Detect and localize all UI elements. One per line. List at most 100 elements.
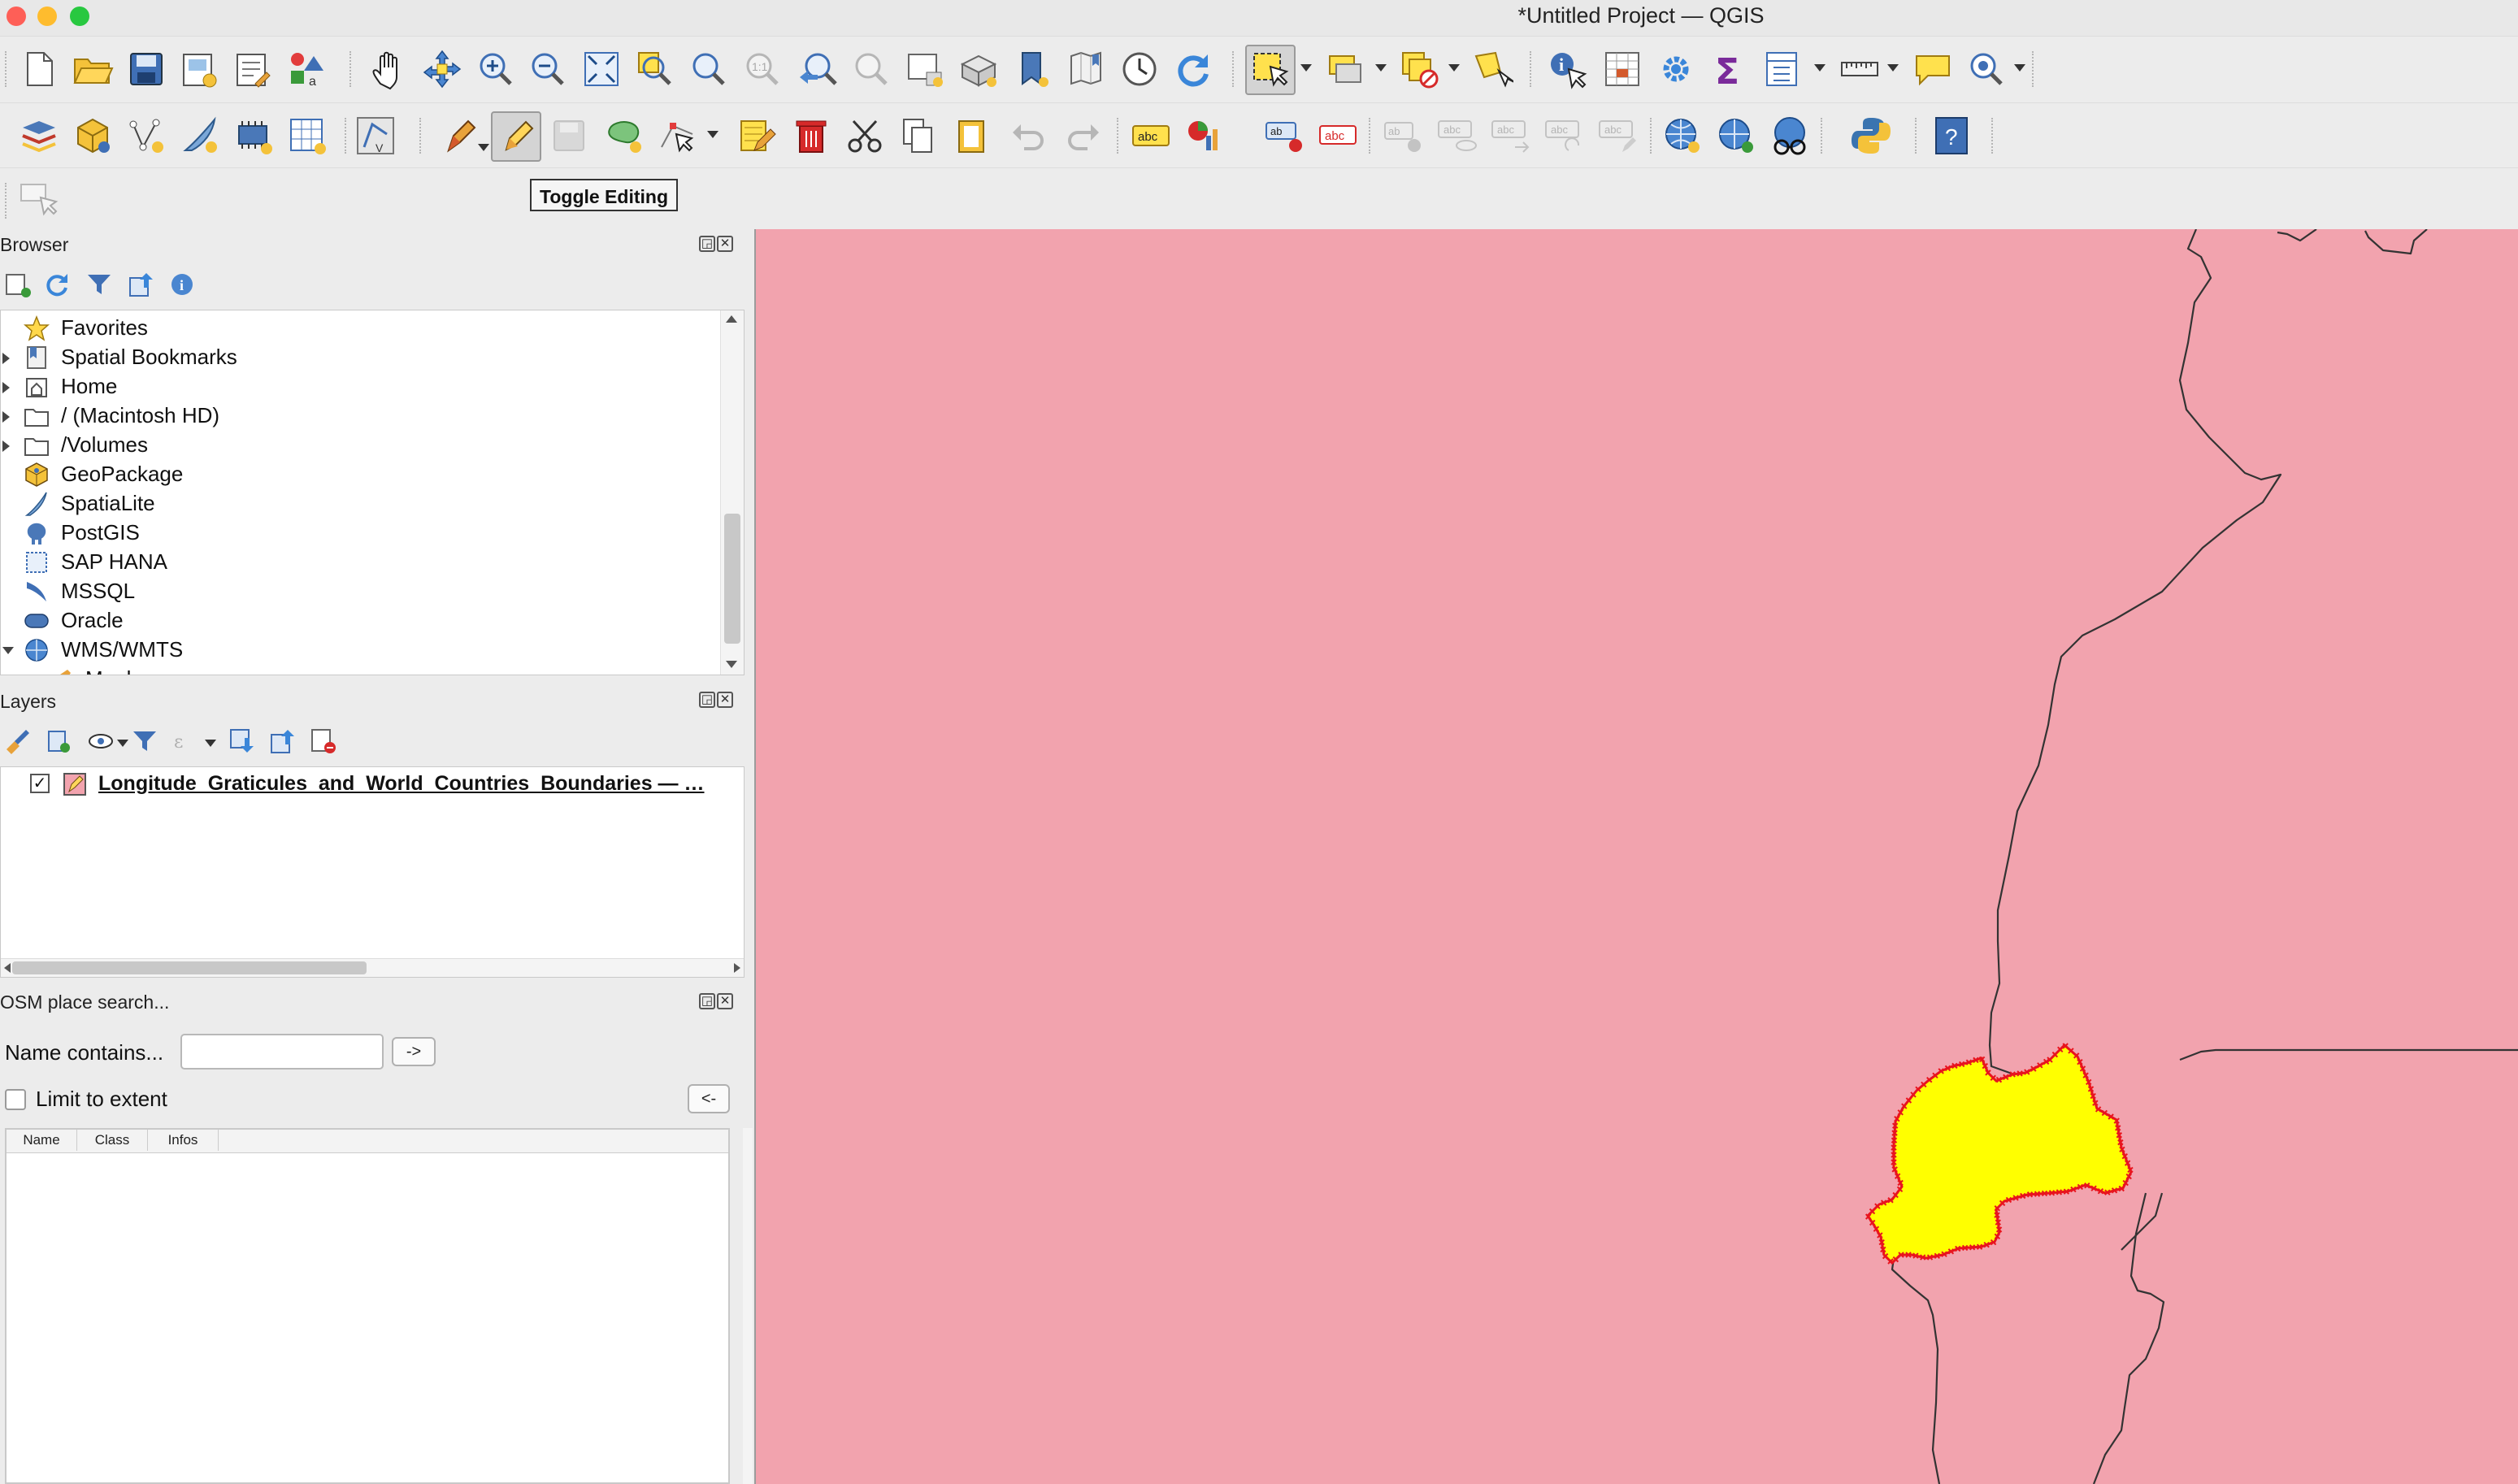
tree-item-home[interactable]: Home (1, 372, 716, 401)
zoom-last-icon[interactable] (797, 48, 839, 90)
search-go-button[interactable]: -> (392, 1037, 436, 1066)
scroll-right-arrow-icon[interactable] (734, 963, 740, 973)
expand-arrow-icon[interactable] (2, 353, 10, 364)
tree-item-spatialite[interactable]: SpatiaLite (1, 489, 716, 519)
new-shapefile-layer-icon[interactable] (125, 115, 167, 157)
rotate-label-icon[interactable]: abc (1544, 115, 1587, 157)
save-project-icon[interactable] (125, 48, 167, 90)
zoom-out-icon[interactable] (527, 48, 569, 90)
expand-arrow-icon[interactable] (2, 411, 10, 423)
refresh-browser-icon[interactable] (42, 270, 72, 299)
filter-legend-icon[interactable] (130, 727, 159, 756)
tree-item-mapbox[interactable]: Mapbox (25, 665, 740, 675)
statistics-summary-icon[interactable]: Σ (1708, 48, 1751, 90)
pan-to-selection-icon[interactable] (421, 48, 463, 90)
map-canvas[interactable] (754, 229, 2518, 1484)
tree-item-oracle[interactable]: Oracle (1, 606, 716, 636)
panel-splitter[interactable] (743, 1128, 753, 1484)
zoom-full-icon[interactable] (580, 48, 623, 90)
new-virtual-layer-icon[interactable] (286, 115, 328, 157)
change-label-properties-icon[interactable]: abc (1598, 115, 1640, 157)
cut-features-icon[interactable] (844, 115, 886, 157)
zoom-to-selection-icon[interactable] (634, 48, 676, 90)
remove-layer-icon[interactable] (309, 727, 338, 756)
open-project-icon[interactable] (72, 48, 114, 90)
float-panel-icon[interactable]: ◲ (699, 993, 715, 1009)
select-by-value-icon[interactable] (1325, 48, 1367, 90)
new-project-icon[interactable] (18, 48, 60, 90)
new-temporary-layer-icon[interactable] (232, 115, 275, 157)
manage-map-themes-icon[interactable] (86, 727, 115, 756)
processing-toolbox-icon[interactable] (1655, 48, 1697, 90)
toggle-editing-icon[interactable] (491, 111, 541, 162)
add-wms-layer-icon[interactable] (1661, 115, 1704, 157)
tree-item-macintosh-hd[interactable]: / (Macintosh HD) (1, 401, 716, 431)
scroll-thumb[interactable] (724, 514, 740, 644)
column-header-infos[interactable]: Infos (148, 1130, 219, 1151)
close-panel-icon[interactable]: ✕ (717, 692, 733, 708)
highlight-pinned-labels-icon[interactable]: abc (1317, 115, 1359, 157)
paste-features-icon[interactable] (951, 115, 993, 157)
back-button[interactable]: <- (688, 1084, 730, 1113)
new-print-layout-icon[interactable] (177, 48, 219, 90)
zoom-in-icon[interactable] (475, 48, 517, 90)
tree-item-sap-hana[interactable]: SAP HANA (1, 548, 716, 577)
save-layer-edits-icon[interactable] (548, 115, 590, 157)
tree-item-postgis[interactable]: PostGIS (1, 519, 716, 548)
move-label-diagram-icon[interactable]: abc (1491, 115, 1533, 157)
digitize-with-segment-icon[interactable]: V (354, 115, 397, 157)
column-header-class[interactable]: Class (77, 1130, 148, 1151)
refresh-icon[interactable] (1172, 48, 1214, 90)
name-contains-input[interactable] (180, 1034, 384, 1070)
layer-visibility-checkbox[interactable]: ✓ (30, 774, 50, 793)
tree-item-wms-wmts[interactable]: WMS/WMTS (1, 636, 716, 665)
layer-row[interactable]: ✓ Longitude_Graticules_and_World_Countri… (1, 767, 744, 800)
tree-item-volumes[interactable]: /Volumes (1, 431, 716, 460)
zoom-next-icon[interactable] (850, 48, 892, 90)
scroll-left-arrow-icon[interactable] (4, 963, 11, 973)
float-panel-icon[interactable]: ◲ (699, 692, 715, 708)
properties-info-icon[interactable]: i (167, 270, 197, 299)
filter-by-expression-icon[interactable]: ε (171, 727, 200, 756)
modify-attributes-icon[interactable] (736, 115, 779, 157)
layers-horizontal-scrollbar[interactable] (1, 958, 744, 977)
move-label-icon[interactable]: ab (1383, 115, 1426, 157)
data-source-manager-icon[interactable] (18, 115, 60, 157)
measure-line-icon[interactable] (1839, 48, 1881, 90)
help-icon[interactable]: ? (1931, 115, 1973, 157)
copy-features-icon[interactable] (897, 115, 940, 157)
map-tips-icon[interactable] (1912, 48, 1954, 90)
zoom-to-layer-icon[interactable] (688, 48, 730, 90)
column-header-name[interactable]: Name (7, 1130, 77, 1151)
select-features-icon[interactable] (1245, 45, 1296, 95)
tree-item-mssql[interactable]: MSSQL (1, 577, 716, 606)
locator-search-icon[interactable] (1965, 48, 2008, 90)
open-field-calculator-icon[interactable] (1762, 48, 1804, 90)
expand-arrow-icon[interactable] (2, 382, 10, 393)
add-wcs-layer-icon[interactable] (1715, 115, 1757, 157)
expand-arrow-icon[interactable] (2, 440, 10, 452)
current-edits-icon[interactable] (439, 115, 481, 157)
layout-manager-icon[interactable] (231, 48, 273, 90)
close-panel-icon[interactable]: ✕ (717, 236, 733, 252)
collapse-all-layers-icon[interactable] (268, 727, 297, 756)
new-map-view-icon[interactable] (904, 48, 946, 90)
add-polygon-feature-icon[interactable] (603, 115, 645, 157)
temporal-controller-icon[interactable] (1118, 48, 1161, 90)
open-layer-styling-icon[interactable] (3, 727, 33, 756)
expand-all-icon[interactable] (228, 727, 257, 756)
vertex-tool-icon[interactable] (657, 115, 699, 157)
browser-scrollbar[interactable] (720, 310, 744, 675)
scroll-down-arrow-icon[interactable] (726, 661, 737, 668)
select-by-location-icon[interactable] (1471, 48, 1513, 90)
add-group-icon[interactable] (44, 727, 73, 756)
collapse-all-icon[interactable] (127, 270, 156, 299)
new-geopackage-layer-icon[interactable] (72, 115, 114, 157)
zoom-native-resolution-icon[interactable]: 1:1 (741, 48, 784, 90)
deselect-features-icon[interactable] (1398, 48, 1440, 90)
layer-labeling-options-icon[interactable]: abc (1130, 115, 1172, 157)
collapse-arrow-icon[interactable] (2, 647, 14, 654)
show-spatial-bookmarks-icon[interactable] (1065, 48, 1107, 90)
scroll-up-arrow-icon[interactable] (726, 315, 737, 323)
undo-icon[interactable] (1008, 115, 1050, 157)
